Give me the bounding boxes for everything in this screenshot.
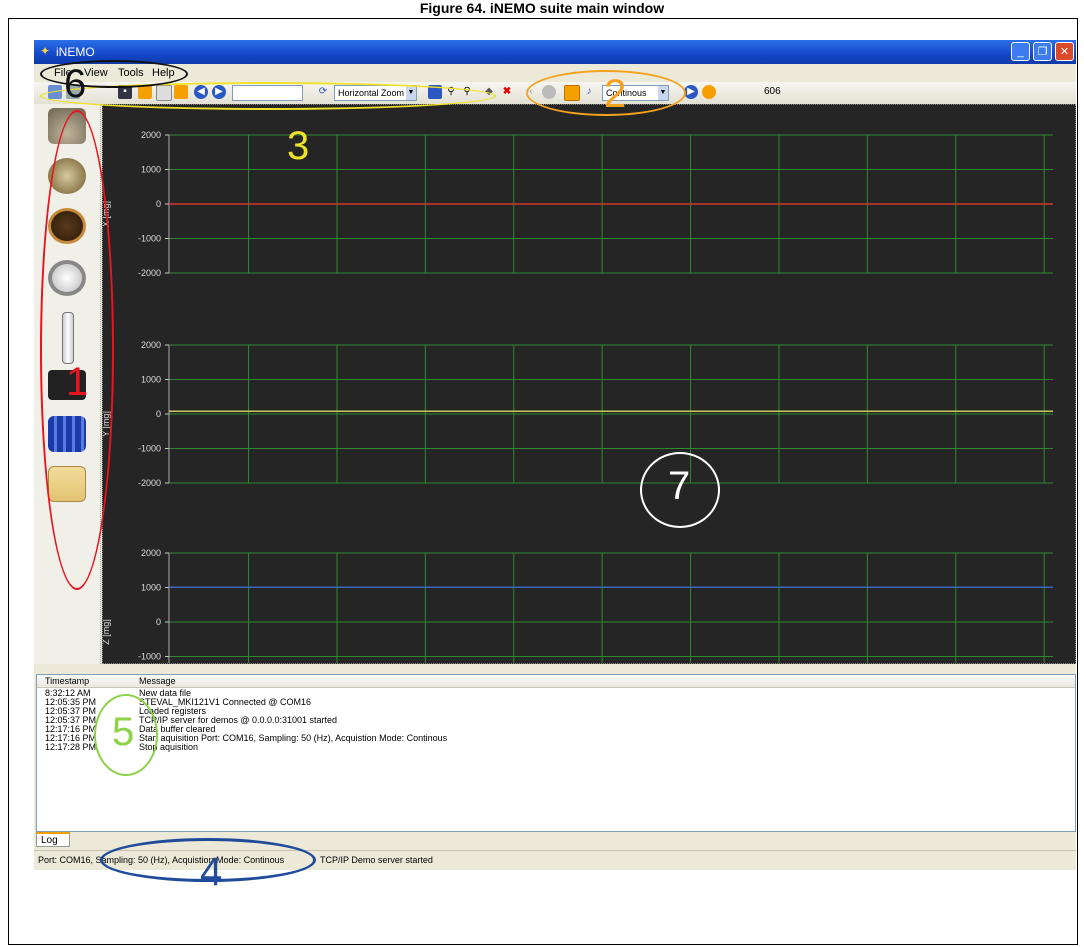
y-tick-label: 1000 xyxy=(141,375,161,385)
y-tick-label: 1000 xyxy=(141,583,161,593)
y-tick-label: -2000 xyxy=(138,268,161,278)
y-tick-label: 1000 xyxy=(141,165,161,175)
status-server: TCP/IP Demo server started xyxy=(320,855,433,865)
sample-counter: 606 xyxy=(764,86,781,97)
y-tick-label: 0 xyxy=(156,409,161,419)
annotation-3-number: 3 xyxy=(287,124,310,168)
window-title: iNEMO xyxy=(56,45,95,59)
chart-canvas: 200010000-1000-2000X [mg]200010000-1000-… xyxy=(101,130,1054,729)
annotation-6-ellipse xyxy=(40,60,188,88)
y-tick-label: 0 xyxy=(156,617,161,627)
annotation-6-number: 6 xyxy=(64,62,87,106)
maximize-button[interactable]: ❐ xyxy=(1033,42,1052,61)
y-tick-label: 2000 xyxy=(141,130,161,140)
minimize-button[interactable]: _ xyxy=(1011,42,1030,61)
annotation-2-number: 2 xyxy=(604,72,627,116)
column-header-message[interactable]: Message xyxy=(139,676,176,686)
tab-log[interactable]: Log xyxy=(36,832,70,847)
figure-caption: Figure 64. iNEMO suite main window xyxy=(419,0,665,16)
sensor-chart: 200010000-1000-2000X [mg]200010000-1000-… xyxy=(101,104,1076,729)
close-button[interactable]: ✕ xyxy=(1055,42,1074,61)
app-window: ✦ iNEMO _ ❐ ✕ File View Tools Help ▪ ◀ ▶… xyxy=(34,40,1076,870)
stop-icon[interactable] xyxy=(702,85,716,99)
y-tick-label: -1000 xyxy=(138,234,161,244)
y-tick-label: 0 xyxy=(156,199,161,209)
log-pane: Timestamp Message 8:32:12 AM New data fil… xyxy=(36,674,1076,832)
delete-icon[interactable]: ✖ xyxy=(500,85,514,99)
play-icon[interactable]: ▶ xyxy=(684,85,698,99)
y-tick-label: 2000 xyxy=(141,340,161,350)
column-header-timestamp[interactable]: Timestamp xyxy=(45,676,89,686)
y-axis-label: Z [mg] xyxy=(103,619,111,645)
annotation-1-ellipse xyxy=(40,110,114,590)
annotation-4-number: 4 xyxy=(200,850,223,894)
annotation-1-number: 1 xyxy=(66,360,89,404)
y-tick-label: 2000 xyxy=(141,548,161,558)
log-header: Timestamp Message xyxy=(37,675,1075,688)
annotation-7-number: 7 xyxy=(668,464,691,508)
y-tick-label: -1000 xyxy=(138,652,161,662)
y-tick-label: -2000 xyxy=(138,478,161,488)
annotation-5-number: 5 xyxy=(112,710,135,754)
title-bar: ✦ iNEMO _ ❐ ✕ xyxy=(34,40,1076,64)
app-logo-icon: ✦ xyxy=(40,44,51,58)
y-tick-label: -1000 xyxy=(138,444,161,454)
log-row[interactable]: 12:17:28 PM Stop aquisition xyxy=(37,743,1075,752)
log-timestamp: 12:17:28 PM xyxy=(45,742,97,752)
